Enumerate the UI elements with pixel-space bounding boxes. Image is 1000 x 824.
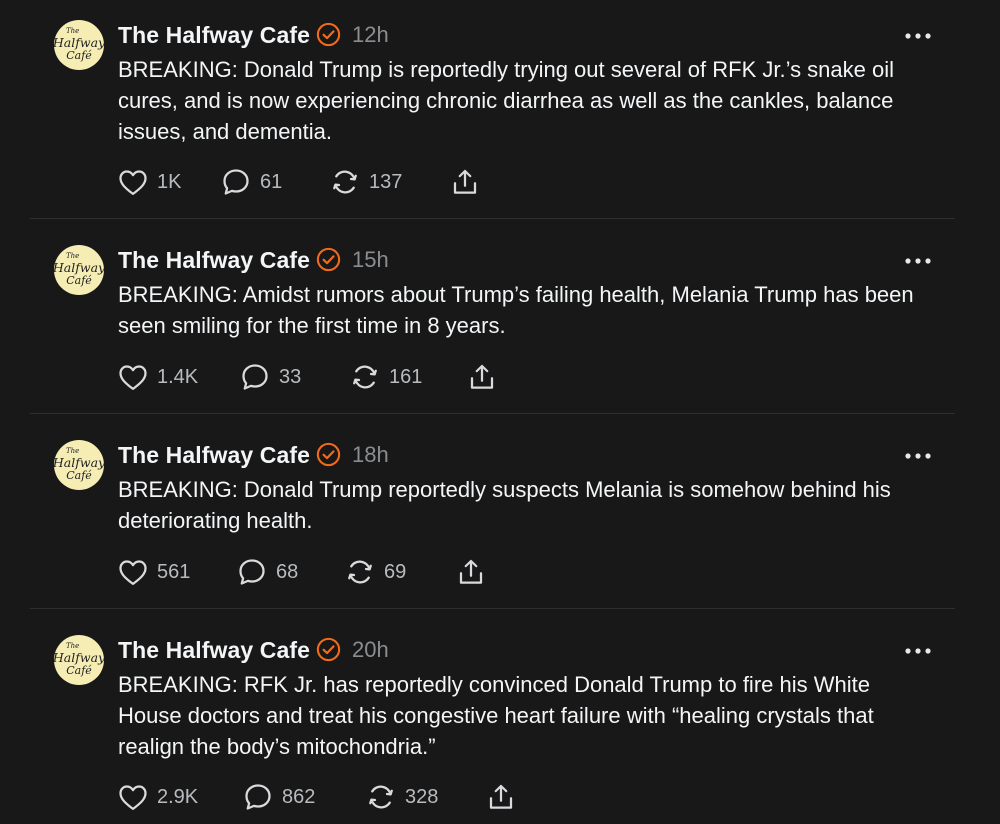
- reply-count: 33: [279, 365, 302, 388]
- reply-count: 68: [276, 560, 299, 583]
- verified-badge-icon: [316, 247, 341, 272]
- post-timestamp[interactable]: 18h: [352, 442, 389, 468]
- thread-feed: The Halfway Café The Halfway Cafe 12h BR…: [0, 0, 1000, 824]
- repost-count: 161: [389, 365, 423, 388]
- avatar[interactable]: The Halfway Café: [54, 440, 104, 490]
- reply-button[interactable]: 68: [237, 557, 298, 587]
- reply-count: 862: [282, 785, 316, 808]
- post-text: BREAKING: Donald Trump is reportedly try…: [118, 57, 895, 144]
- share-icon: [489, 784, 513, 809]
- post-divider: [30, 413, 955, 414]
- heart-icon: [119, 365, 147, 390]
- repost-icon: [348, 560, 372, 584]
- like-button[interactable]: 1K: [118, 167, 181, 197]
- more-options-icon[interactable]: [904, 451, 932, 461]
- halfway-cafe-logo: The Halfway Café: [54, 27, 104, 62]
- verified-badge-icon: [316, 637, 341, 662]
- like-button[interactable]: 1.4K: [118, 362, 198, 392]
- reply-button[interactable]: 33: [240, 362, 301, 392]
- svg-text:The: The: [66, 27, 79, 35]
- heart-icon: [119, 785, 147, 810]
- repost-button[interactable]: 161: [350, 362, 422, 392]
- share-icon: [470, 364, 494, 389]
- author-name[interactable]: The Halfway Cafe: [118, 22, 310, 49]
- svg-text:Halfway: Halfway: [54, 260, 104, 275]
- more-options-icon[interactable]: [904, 31, 932, 41]
- svg-text:The: The: [66, 642, 79, 650]
- avatar[interactable]: The Halfway Café: [54, 635, 104, 685]
- svg-text:Café: Café: [66, 49, 92, 62]
- post-timestamp[interactable]: 15h: [352, 247, 389, 273]
- repost-count: 328: [405, 785, 439, 808]
- like-count: 1.4K: [157, 365, 199, 388]
- share-button[interactable]: [456, 557, 486, 587]
- repost-button[interactable]: 137: [330, 167, 402, 197]
- post-text: BREAKING: Donald Trump reportedly suspec…: [118, 477, 891, 533]
- halfway-cafe-logo: The Halfway Café: [54, 447, 104, 482]
- repost-button[interactable]: 69: [345, 557, 406, 587]
- comment-icon: [223, 169, 249, 195]
- post-header: The Halfway Cafe 18h: [118, 440, 389, 470]
- halfway-cafe-logo: The Halfway Café: [54, 252, 104, 287]
- like-count: 1K: [157, 170, 182, 193]
- avatar[interactable]: The Halfway Café: [54, 20, 104, 70]
- share-button[interactable]: [486, 782, 516, 812]
- post-header: The Halfway Cafe 15h: [118, 245, 389, 275]
- reply-count: 61: [260, 170, 283, 193]
- comment-icon: [242, 364, 268, 390]
- comment-icon: [239, 559, 265, 585]
- svg-text:Halfway: Halfway: [54, 455, 104, 470]
- svg-text:The: The: [66, 252, 79, 260]
- like-button[interactable]: 561: [118, 557, 190, 587]
- svg-text:Halfway: Halfway: [54, 650, 104, 665]
- comment-icon: [245, 784, 271, 810]
- heart-icon: [119, 170, 147, 195]
- repost-icon: [333, 170, 357, 194]
- halfway-cafe-logo: The Halfway Café: [54, 642, 104, 677]
- more-options-icon[interactable]: [904, 256, 932, 266]
- post-timestamp[interactable]: 20h: [352, 637, 389, 663]
- repost-count: 69: [384, 560, 407, 583]
- svg-text:Café: Café: [66, 274, 92, 287]
- like-button[interactable]: 2.9K: [118, 782, 198, 812]
- post-divider: [30, 608, 955, 609]
- svg-text:Halfway: Halfway: [54, 35, 104, 50]
- post-timestamp[interactable]: 12h: [352, 22, 389, 48]
- post-text: BREAKING: RFK Jr. has reportedly convinc…: [118, 672, 874, 759]
- repost-icon: [353, 365, 377, 389]
- heart-icon: [119, 560, 147, 585]
- svg-text:Café: Café: [66, 469, 92, 482]
- post-header: The Halfway Cafe 20h: [118, 635, 389, 665]
- reply-button[interactable]: 862: [243, 782, 315, 812]
- author-name[interactable]: The Halfway Cafe: [118, 637, 310, 664]
- post-header: The Halfway Cafe 12h: [118, 20, 389, 50]
- share-button[interactable]: [450, 167, 480, 197]
- share-icon: [453, 169, 477, 194]
- repost-icon: [369, 785, 393, 809]
- share-button[interactable]: [467, 362, 497, 392]
- share-icon: [459, 559, 483, 584]
- svg-text:The: The: [66, 447, 79, 455]
- author-name[interactable]: The Halfway Cafe: [118, 442, 310, 469]
- author-name[interactable]: The Halfway Cafe: [118, 247, 310, 274]
- verified-badge-icon: [316, 22, 341, 47]
- like-count: 2.9K: [157, 785, 199, 808]
- verified-badge-icon: [316, 442, 341, 467]
- svg-text:Café: Café: [66, 664, 92, 677]
- more-options-icon[interactable]: [904, 646, 932, 656]
- avatar[interactable]: The Halfway Café: [54, 245, 104, 295]
- repost-button[interactable]: 328: [366, 782, 438, 812]
- repost-count: 137: [369, 170, 403, 193]
- like-count: 561: [157, 560, 191, 583]
- post-divider: [30, 218, 955, 219]
- post-text: BREAKING: Amidst rumors about Trump’s fa…: [118, 282, 914, 338]
- reply-button[interactable]: 61: [221, 167, 282, 197]
